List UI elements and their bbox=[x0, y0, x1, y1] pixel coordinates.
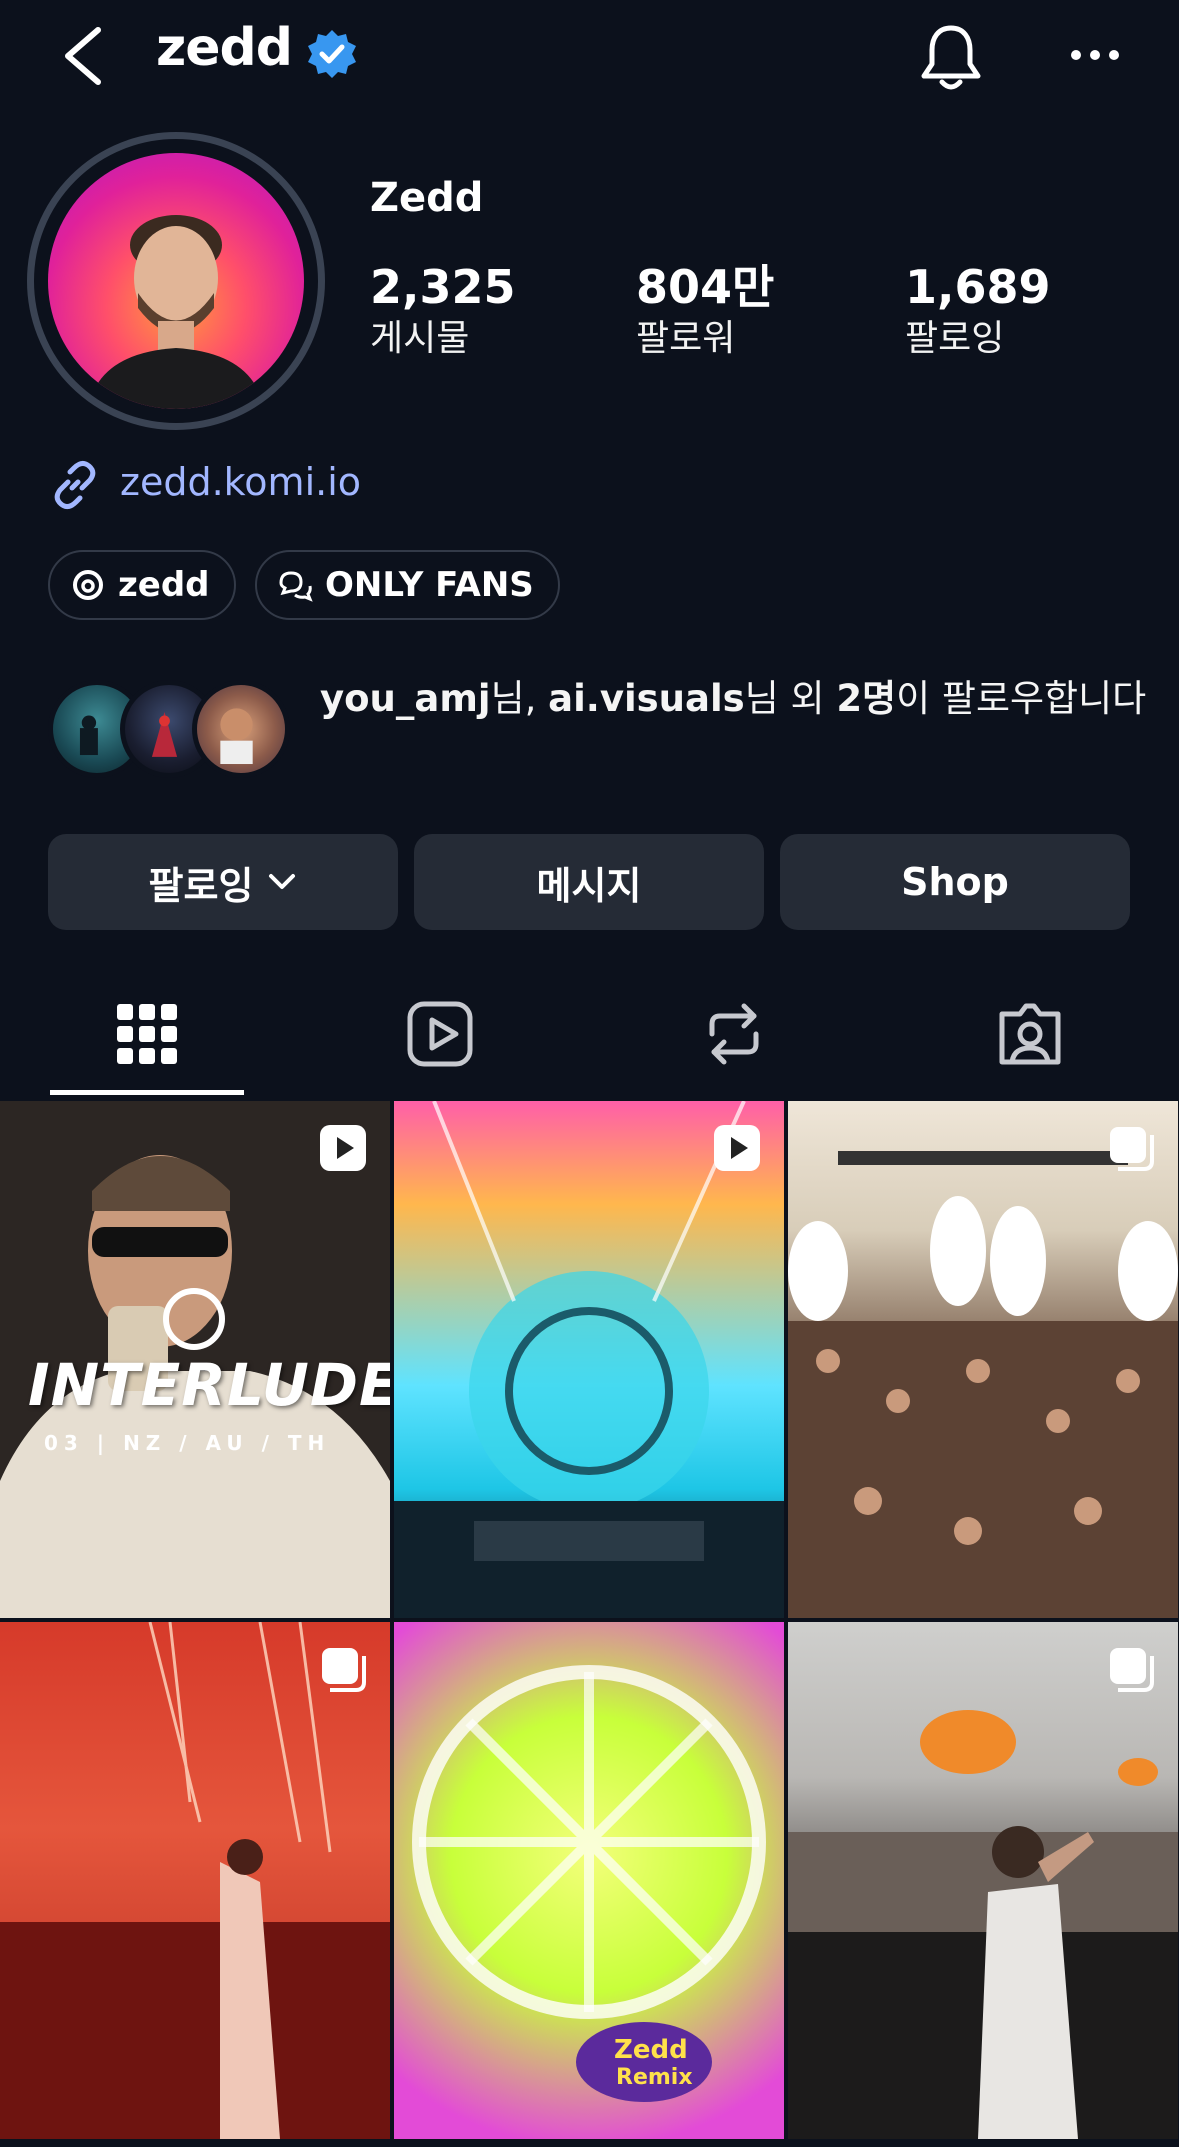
following-label: 팔로잉 bbox=[905, 318, 1005, 359]
tab-reposts[interactable] bbox=[698, 998, 770, 1070]
profile-photo bbox=[88, 215, 264, 409]
link-icon bbox=[48, 458, 102, 512]
followed-by-text[interactable]: you_amj님, ai.visuals님 외 2명이 팔로우합니다 bbox=[320, 674, 1160, 724]
post-thumbnail[interactable] bbox=[788, 1101, 1178, 1618]
following-button[interactable]: 팔로잉 bbox=[48, 834, 398, 930]
only-fans-chip[interactable]: ONLY FANS bbox=[255, 550, 560, 620]
followed-by-suffix: 이 팔로우합니다 bbox=[896, 677, 1147, 720]
threads-chip[interactable]: zedd bbox=[48, 550, 236, 620]
follower-name: you_amj bbox=[320, 677, 491, 720]
more-options-button[interactable] bbox=[1068, 40, 1122, 70]
active-tab-indicator bbox=[50, 1090, 244, 1095]
followers-count: 804만 bbox=[636, 260, 775, 314]
post-image bbox=[394, 1101, 784, 1618]
carousel-badge-icon bbox=[1110, 1648, 1154, 1692]
follower-avatar[interactable] bbox=[192, 680, 290, 778]
post-image bbox=[788, 1151, 1178, 1618]
followers-stat[interactable]: 804만 팔로워 bbox=[636, 258, 774, 362]
shop-button[interactable]: Shop bbox=[780, 834, 1130, 930]
chevron-down-icon bbox=[269, 874, 296, 889]
grid-icon bbox=[117, 1004, 177, 1064]
message-button[interactable]: 메시지 bbox=[414, 834, 764, 930]
verified-badge-icon bbox=[306, 28, 358, 80]
followed-by-connector: 님 외 bbox=[744, 677, 837, 720]
posts-stat[interactable]: 2,325 게시물 bbox=[370, 258, 516, 362]
post-image bbox=[788, 1710, 1178, 2139]
message-button-label: 메시지 bbox=[536, 863, 642, 908]
bell-icon bbox=[921, 25, 981, 90]
notifications-button[interactable] bbox=[918, 22, 984, 92]
remix-logo-line2: Remix bbox=[616, 2065, 693, 2090]
reel-badge-icon bbox=[714, 1125, 760, 1171]
posts-label: 게시물 bbox=[370, 318, 470, 359]
carousel-badge-icon bbox=[1110, 1127, 1154, 1171]
carousel-badge-icon bbox=[322, 1648, 366, 1692]
post-image: Zedd Remix bbox=[412, 1665, 766, 2102]
back-button[interactable] bbox=[58, 26, 108, 86]
post-image bbox=[0, 1622, 390, 2139]
follower-name: ai.visuals bbox=[548, 677, 745, 720]
reels-icon bbox=[407, 1001, 473, 1067]
followed-by-count: 2명 bbox=[836, 677, 897, 720]
display-name: Zedd bbox=[370, 175, 484, 221]
more-icon bbox=[1071, 50, 1119, 60]
post-thumbnail[interactable] bbox=[394, 1101, 784, 1618]
post-title: INTERLUDE bbox=[28, 1351, 390, 1419]
back-arrow-icon bbox=[65, 27, 101, 85]
remix-logo-line1: Zedd bbox=[614, 2035, 688, 2065]
profile-username: zedd bbox=[156, 18, 293, 78]
following-button-label: 팔로잉 bbox=[148, 863, 254, 908]
following-stat[interactable]: 1,689 팔로잉 bbox=[905, 258, 1051, 362]
tab-posts-grid[interactable] bbox=[111, 998, 183, 1070]
followed-by-connector: 님, bbox=[490, 677, 549, 720]
post-thumbnail[interactable]: Zedd Remix bbox=[394, 1622, 784, 2139]
following-count: 1,689 bbox=[905, 260, 1051, 314]
followers-label: 팔로워 bbox=[636, 318, 736, 359]
posts-count: 2,325 bbox=[370, 260, 516, 314]
profile-link[interactable]: zedd.komi.io bbox=[120, 460, 361, 504]
profile-avatar[interactable] bbox=[27, 132, 325, 430]
shop-button-label: Shop bbox=[901, 860, 1009, 904]
post-thumbnail[interactable]: INTERLUDE 03 | NZ / AU / TH bbox=[0, 1101, 390, 1618]
tab-reels[interactable] bbox=[404, 998, 476, 1070]
chat-bubbles-icon bbox=[279, 571, 313, 602]
threads-icon bbox=[73, 570, 103, 600]
post-thumbnail[interactable] bbox=[0, 1622, 390, 2139]
tab-tagged[interactable] bbox=[994, 998, 1066, 1070]
reposts-icon bbox=[709, 1003, 759, 1065]
post-subtitle: 03 | NZ / AU / TH bbox=[44, 1431, 331, 1455]
reel-badge-icon bbox=[320, 1125, 366, 1171]
only-fans-chip-label: ONLY FANS bbox=[325, 565, 534, 605]
threads-chip-label: zedd bbox=[118, 565, 210, 605]
tagged-icon bbox=[999, 1003, 1061, 1065]
post-thumbnail[interactable] bbox=[788, 1622, 1178, 2139]
